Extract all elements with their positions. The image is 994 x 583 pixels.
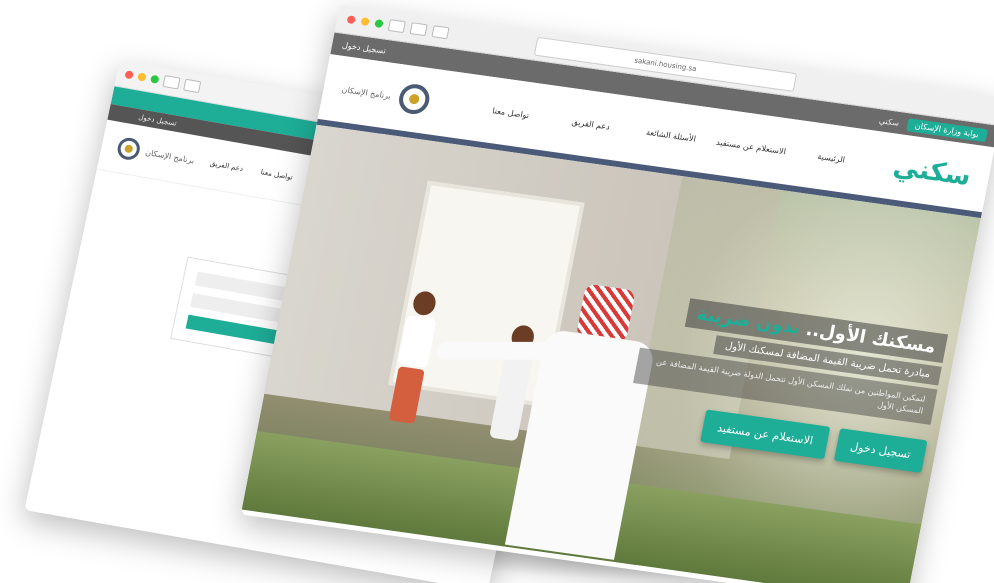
maximize-window-icon[interactable] [149,74,160,84]
back-nav-icon[interactable] [387,19,406,34]
sidebar-toggle-icon[interactable] [431,25,450,40]
minimize-window-icon[interactable] [137,72,147,82]
back-nav-icon[interactable] [162,75,181,90]
minimize-window-icon[interactable] [360,17,370,27]
front-browser-window: sakani.housing.sa تسجيل دخول سكني بوابة … [240,4,994,583]
back-nav: تواصل معنا دعم الفريق [209,159,293,181]
back-program-logo[interactable]: برنامج الإسكان [115,136,197,171]
back-nav-support[interactable]: دعم الفريق [209,159,244,173]
close-window-icon[interactable] [346,15,356,25]
nav-support[interactable]: دعم الفريق [555,115,626,134]
program-logo[interactable]: برنامج الإسكان [339,74,464,120]
ministry-emblem-icon [115,136,142,162]
mockup-stage: تسجيل دخول برنامج الإسكان تواصل معنا دعم… [0,0,994,583]
forward-nav-icon[interactable] [183,78,202,94]
maximize-window-icon[interactable] [374,19,384,29]
nav-contact[interactable]: تواصل معنا [475,103,546,122]
close-window-icon[interactable] [124,70,134,80]
sakani-tab[interactable]: سكني [878,116,900,128]
nav-home[interactable]: الرئيسية [796,148,867,167]
back-nav-contact[interactable]: تواصل معنا [260,168,294,181]
nav-faq[interactable]: الأسئلة الشائعة [635,126,706,145]
front-login-link[interactable]: تسجيل دخول [341,40,386,55]
sakani-logo[interactable]: سكني [878,150,974,192]
nav-beneficiary-inquiry[interactable]: الاستعلام عن مستفيد [716,137,787,156]
back-program-name: برنامج الإسكان [144,147,196,165]
ministry-emblem-icon [395,82,432,116]
forward-nav-icon[interactable] [409,22,428,37]
program-name: برنامج الإسكان [340,84,392,101]
